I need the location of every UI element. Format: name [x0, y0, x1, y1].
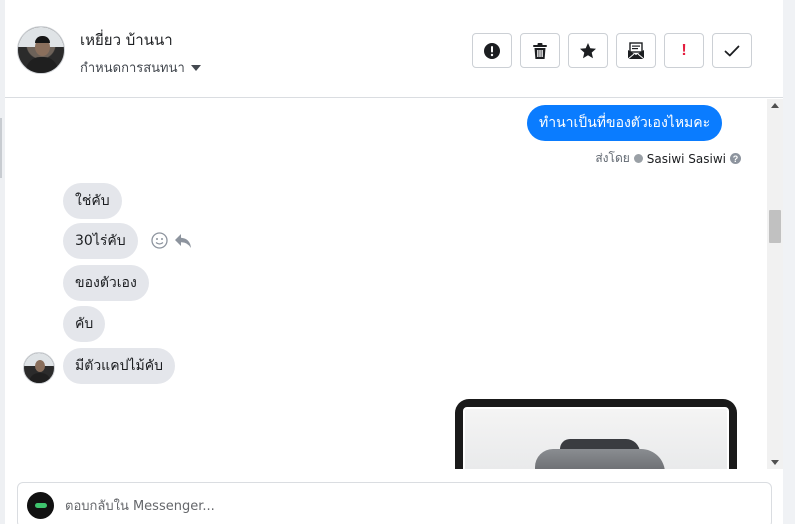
incoming-message-bubble[interactable]: มีตัวแคปไม้คับ: [63, 348, 175, 384]
conversation-header: เหยี่ยว บ้านนา กำหนดการสนทนา !: [5, 0, 783, 98]
check-icon: [724, 45, 740, 56]
message-actions: [151, 232, 192, 249]
exclamation-icon: !: [681, 41, 687, 59]
right-panel-edge: [783, 0, 795, 524]
sent-check-icon: [633, 154, 643, 163]
left-panel-scroll-mark: [0, 118, 2, 178]
star-button[interactable]: [568, 33, 608, 68]
scroll-up-arrow-icon[interactable]: [771, 103, 779, 108]
incoming-message-bubble[interactable]: ของตัวเอง: [63, 265, 149, 301]
agent-name: Sasiwi Sasiwi: [646, 151, 726, 166]
sent-by-label: ส่งโดย: [595, 151, 630, 165]
thread-scrollbar[interactable]: [767, 99, 783, 469]
assign-conversation-label: กำหนดการสนทนา: [80, 61, 185, 76]
outgoing-message-bubble[interactable]: ทำนาเป็นที่ของตัวเองไหมคะ: [527, 105, 723, 141]
reply-input[interactable]: [65, 495, 745, 517]
user-avatar[interactable]: [17, 26, 65, 74]
attachment-photo: [463, 407, 729, 469]
reply-composer: [17, 482, 772, 524]
delete-button[interactable]: [520, 33, 560, 68]
scroll-down-arrow-icon[interactable]: [771, 460, 779, 465]
message-thread[interactable]: ทำนาเป็นที่ของตัวเองไหมคะ ส่งโดย Sasiwi …: [5, 99, 767, 469]
mark-done-button[interactable]: [712, 33, 752, 68]
assign-conversation-dropdown[interactable]: กำหนดการสนทนา: [80, 57, 201, 78]
scrollbar-thumb[interactable]: [769, 210, 781, 243]
help-icon[interactable]: ?: [730, 153, 741, 164]
follow-up-button[interactable]: !: [664, 33, 704, 68]
alert-circle-icon: [484, 42, 500, 59]
image-attachment[interactable]: [455, 399, 737, 469]
conversation-toolbar: !: [472, 33, 752, 68]
sent-by-line: ส่งโดย Sasiwi Sasiwi ?: [595, 149, 741, 168]
trash-icon: [533, 42, 547, 59]
sender-avatar: [23, 352, 55, 384]
mail-envelope-icon: [627, 41, 645, 59]
mark-unread-button[interactable]: [616, 33, 656, 68]
smiley-react-icon[interactable]: [151, 232, 168, 249]
page-avatar: [27, 492, 54, 519]
reply-icon[interactable]: [174, 233, 192, 249]
caret-down-icon: [190, 64, 201, 71]
incoming-message-bubble[interactable]: 30ไร่คับ: [63, 223, 138, 259]
user-name[interactable]: เหยี่ยว บ้านนา: [80, 28, 173, 52]
incoming-message-bubble[interactable]: คับ: [63, 306, 106, 342]
incoming-message-bubble[interactable]: ใช่คับ: [63, 183, 122, 219]
star-icon: [580, 42, 596, 58]
spam-button[interactable]: [472, 33, 512, 68]
